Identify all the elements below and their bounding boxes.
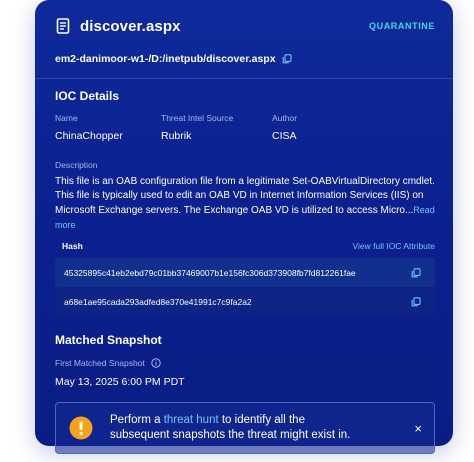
header-divider <box>35 78 453 79</box>
field-threat-intel-source: Threat Intel Source Rubrik <box>161 113 272 142</box>
first-matched-label-text: First Matched Snapshot <box>55 358 145 368</box>
hash-value: a68e1ae95cada293adfed8e370e41991c7c9fa2a… <box>64 296 252 307</box>
file-path-text: em2-danimoor-w1-/D:/inetpub/discover.asp… <box>55 53 276 65</box>
hash-row: 45325895c41eb2ebd79c01bb37469007b1e156fc… <box>55 258 435 287</box>
description-label: Description <box>55 160 98 170</box>
field-value: CISA <box>272 130 297 142</box>
banner-text-before: Perform a <box>110 414 164 426</box>
hash-value: 45325895c41eb2ebd79c01bb37469007b1e156fc… <box>64 267 356 278</box>
matched-snapshot-title: Matched Snapshot <box>55 333 162 347</box>
field-value: Rubrik <box>161 130 192 142</box>
field-name: Name ChinaChopper <box>55 113 161 142</box>
threat-hunt-link[interactable]: threat hunt <box>164 414 219 426</box>
banner-message: Perform a threat hunt to identify all th… <box>110 413 360 443</box>
hash-header: Hash View full IOC Attribute <box>55 238 435 254</box>
warning-icon <box>69 416 93 440</box>
field-label: Author <box>272 113 298 123</box>
close-icon[interactable]: × <box>414 422 422 435</box>
file-text-icon <box>55 18 71 34</box>
first-matched-snapshot-label: First Matched Snapshot <box>55 358 435 368</box>
field-label: Threat Intel Source <box>161 113 234 123</box>
description-text: This file is an OAB configuration file f… <box>55 175 455 233</box>
copy-icon[interactable] <box>411 267 421 278</box>
copy-icon[interactable] <box>282 54 292 64</box>
hash-title: Hash <box>62 241 83 251</box>
card-header: discover.aspx QUARANTINE <box>55 0 435 52</box>
copy-icon[interactable] <box>411 296 421 307</box>
file-path: em2-danimoor-w1-/D:/inetpub/discover.asp… <box>55 52 435 66</box>
field-value: ChinaChopper <box>55 130 123 142</box>
description-body: This file is an OAB configuration file f… <box>55 176 435 216</box>
first-matched-snapshot-value: May 13, 2025 6:00 PM PDT <box>55 376 185 388</box>
hash-row: a68e1ae95cada293adfed8e370e41991c7c9fa2a… <box>55 287 435 316</box>
file-title: discover.aspx <box>80 17 181 35</box>
field-author: Author CISA <box>272 113 297 142</box>
info-icon[interactable] <box>151 358 161 368</box>
field-label: Name <box>55 113 78 123</box>
ioc-details-title: IOC Details <box>55 89 120 103</box>
hash-table: 45325895c41eb2ebd79c01bb37469007b1e156fc… <box>55 258 435 316</box>
view-full-ioc-link[interactable]: View full IOC Attribute <box>352 241 435 251</box>
ioc-fields: Name ChinaChopper Threat Intel Source Ru… <box>55 113 435 142</box>
threat-hunt-banner: Perform a threat hunt to identify all th… <box>55 402 435 454</box>
status-badge: QUARANTINE <box>369 21 435 31</box>
ioc-detail-card: discover.aspx QUARANTINE em2-danimoor-w1… <box>35 0 455 454</box>
